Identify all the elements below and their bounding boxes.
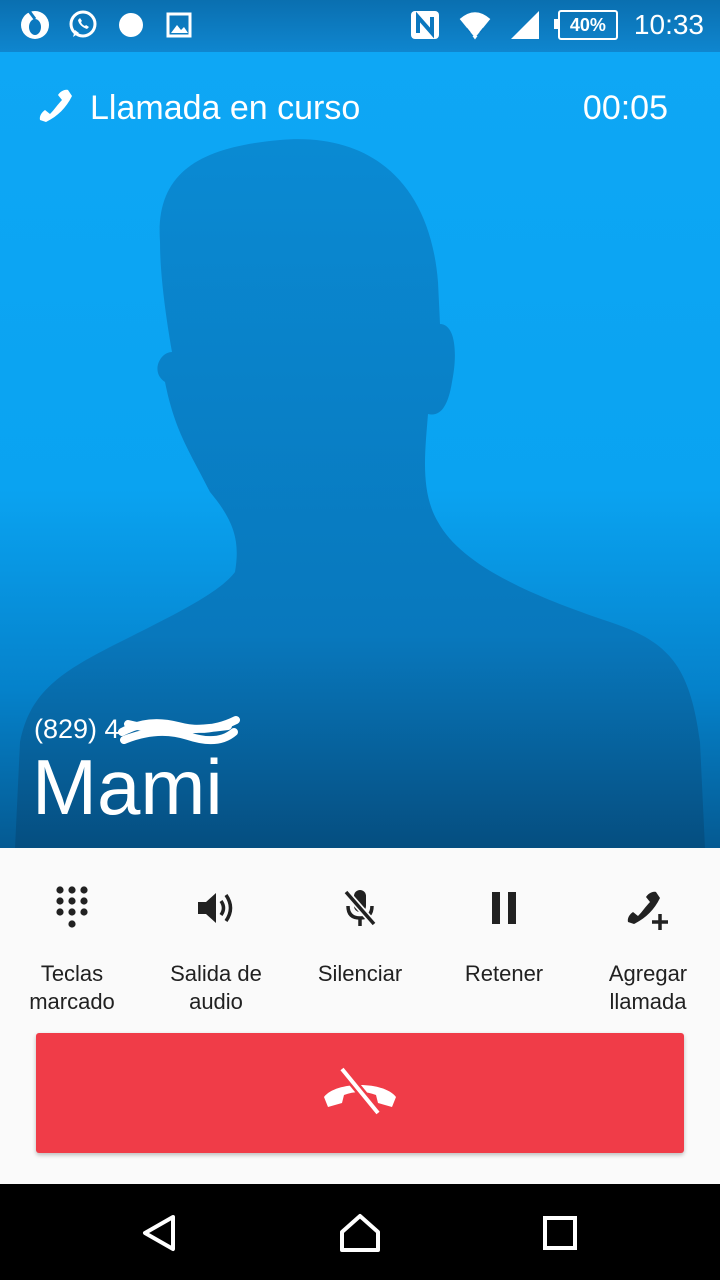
pause-icon [480, 878, 528, 938]
whatsapp-icon [66, 8, 100, 42]
mute-button[interactable]: Silenciar [288, 878, 432, 1016]
audio-output-button[interactable]: Salida de audio [144, 878, 288, 1016]
image-icon [162, 8, 196, 42]
navigation-bar [0, 1184, 720, 1280]
hold-button[interactable]: Retener [432, 878, 576, 1016]
notification-dot-icon [114, 8, 148, 42]
wifi-icon [458, 8, 492, 42]
mute-label: Silenciar [317, 961, 403, 986]
add-call-icon [624, 878, 672, 938]
redacted-scribble [118, 716, 240, 745]
end-call-icon [320, 1063, 400, 1124]
call-header: Llamada en curso 00:05 [36, 86, 668, 131]
dialpad-button[interactable]: Teclas marcado [0, 878, 144, 1016]
phone-in-call-icon [36, 86, 76, 131]
back-icon [139, 1213, 179, 1258]
contact-name: Mami [32, 743, 223, 831]
call-controls: Teclas marcado Salida de audio Silenciar… [0, 848, 720, 1184]
phone-number: (829) 4 [34, 714, 120, 744]
end-call-button[interactable] [36, 1033, 684, 1153]
nfc-icon [408, 8, 442, 42]
call-status-label: Llamada en curso [90, 89, 361, 127]
add-call-label: Agregar llamada [608, 961, 688, 1014]
signal-icon [508, 8, 542, 42]
battery-indicator: 40% [553, 10, 618, 40]
dialpad-label: Teclas marcado [29, 961, 115, 1014]
add-call-button[interactable]: Agregar llamada [576, 878, 720, 1016]
call-timer: 00:05 [582, 89, 668, 127]
recents-button[interactable] [535, 1212, 585, 1258]
status-bar: 40% 10:33 [0, 0, 720, 52]
dialpad-icon [48, 878, 96, 938]
opera-icon [18, 8, 52, 42]
recents-icon [542, 1215, 578, 1256]
audio-output-label: Salida de audio [170, 961, 262, 1014]
clock: 10:33 [633, 9, 704, 40]
speaker-icon [192, 878, 240, 938]
back-button[interactable] [134, 1212, 184, 1258]
hold-label: Retener [464, 961, 544, 986]
mic-off-icon [336, 878, 384, 938]
home-icon [338, 1212, 382, 1259]
caller-area: Llamada en curso 00:05 (829) 4 Mami [0, 52, 720, 848]
home-button[interactable] [335, 1212, 385, 1258]
